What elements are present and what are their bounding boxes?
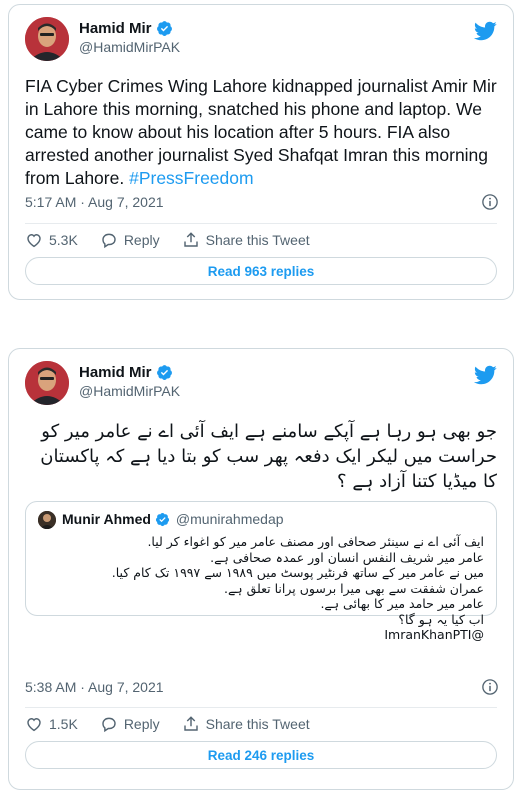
like-button[interactable]: 1.5K bbox=[25, 715, 78, 733]
info-icon[interactable] bbox=[481, 678, 499, 696]
quote-avatar[interactable] bbox=[38, 511, 56, 529]
reply-label: Reply bbox=[123, 232, 160, 248]
author-handle[interactable]: @HamidMirPAK bbox=[79, 383, 180, 399]
reply-label: Reply bbox=[123, 716, 160, 732]
author-name[interactable]: Hamid Mir bbox=[79, 364, 152, 381]
hashtag-link[interactable]: #PressFreedom bbox=[129, 168, 254, 188]
quote-line: اب کیا یہ ہو گا؟ bbox=[398, 611, 484, 627]
reply-bubble-icon bbox=[102, 233, 116, 249]
tweet-timestamp[interactable]: 5:17 AM · Aug 7, 2021 bbox=[25, 194, 164, 210]
tweet-body: FIA Cyber Crimes Wing Lahore kidnapped j… bbox=[25, 76, 497, 188]
divider bbox=[25, 707, 497, 708]
share-icon bbox=[183, 716, 198, 731]
heart-icon bbox=[27, 718, 41, 732]
quote-text: ایف آئی اے نے سینئر صحافی اور مصنف عامر … bbox=[38, 534, 484, 643]
verified-badge-icon bbox=[155, 512, 169, 526]
reply-bubble-icon bbox=[102, 717, 116, 733]
verified-badge-icon bbox=[156, 365, 172, 380]
twitter-bird-icon[interactable] bbox=[473, 19, 497, 43]
read-replies-button[interactable]: Read 963 replies bbox=[25, 257, 497, 285]
like-button[interactable]: 5.3K bbox=[25, 231, 78, 249]
share-button[interactable]: Share this Tweet bbox=[182, 715, 310, 733]
heart-icon bbox=[27, 234, 41, 248]
tweet-text: جو بھی ہو رہا ہے آپکے سامنے ہے ایف آئی ا… bbox=[40, 421, 497, 492]
reply-button[interactable]: Reply bbox=[100, 231, 160, 249]
tweet-text: FIA Cyber Crimes Wing Lahore kidnapped j… bbox=[25, 75, 497, 190]
quoted-tweet[interactable]: Munir Ahmed @munirahmedap ایف آئی اے نے … bbox=[25, 501, 497, 642]
share-label: Share this Tweet bbox=[205, 232, 310, 248]
reply-button[interactable]: Reply bbox=[100, 715, 160, 733]
quote-author-name[interactable]: Munir Ahmed bbox=[62, 511, 151, 527]
author-handle[interactable]: @HamidMirPAK bbox=[79, 39, 180, 55]
quote-mention[interactable]: @ImranKhanPTI bbox=[38, 627, 484, 643]
verified-badge-icon bbox=[156, 21, 172, 36]
quote-line: عمران شفقت سے بھی میرا برسوں پرانا تعلق … bbox=[223, 580, 484, 596]
quote-line: عامر میر شریف النفس انسان اور عمدہ صحافی… bbox=[210, 549, 484, 565]
quote-line: میں نے عامر میر کے ساتھ فرنٹیر پوسٹ میں … bbox=[111, 565, 484, 580]
divider bbox=[25, 223, 497, 224]
read-replies-button[interactable]: Read 246 replies bbox=[25, 741, 497, 769]
twitter-bird-icon[interactable] bbox=[473, 363, 497, 387]
share-label: Share this Tweet bbox=[205, 716, 310, 732]
share-button[interactable]: Share this Tweet bbox=[182, 231, 310, 249]
quote-author-handle[interactable]: @munirahmedap bbox=[176, 511, 284, 527]
like-count: 1.5K bbox=[49, 716, 78, 732]
avatar[interactable] bbox=[25, 17, 69, 61]
info-icon[interactable] bbox=[481, 193, 499, 211]
author-name[interactable]: Hamid Mir bbox=[79, 20, 152, 37]
like-count: 5.3K bbox=[49, 232, 78, 248]
tweet-card[interactable]: Hamid Mir @HamidMirPAK FIA Cyber Crimes … bbox=[8, 4, 514, 300]
avatar[interactable] bbox=[25, 361, 69, 405]
tweet-timestamp[interactable]: 5:38 AM · Aug 7, 2021 bbox=[25, 679, 164, 695]
quote-line: عامر میر حامد میر کا بھائی ہے. bbox=[320, 596, 484, 611]
tweet-card[interactable]: Hamid Mir @HamidMirPAK جو بھی ہو رہا ہے … bbox=[8, 348, 514, 790]
quote-line: ایف آئی اے نے سینئر صحافی اور مصنف عامر … bbox=[147, 534, 484, 549]
share-icon bbox=[183, 232, 198, 247]
